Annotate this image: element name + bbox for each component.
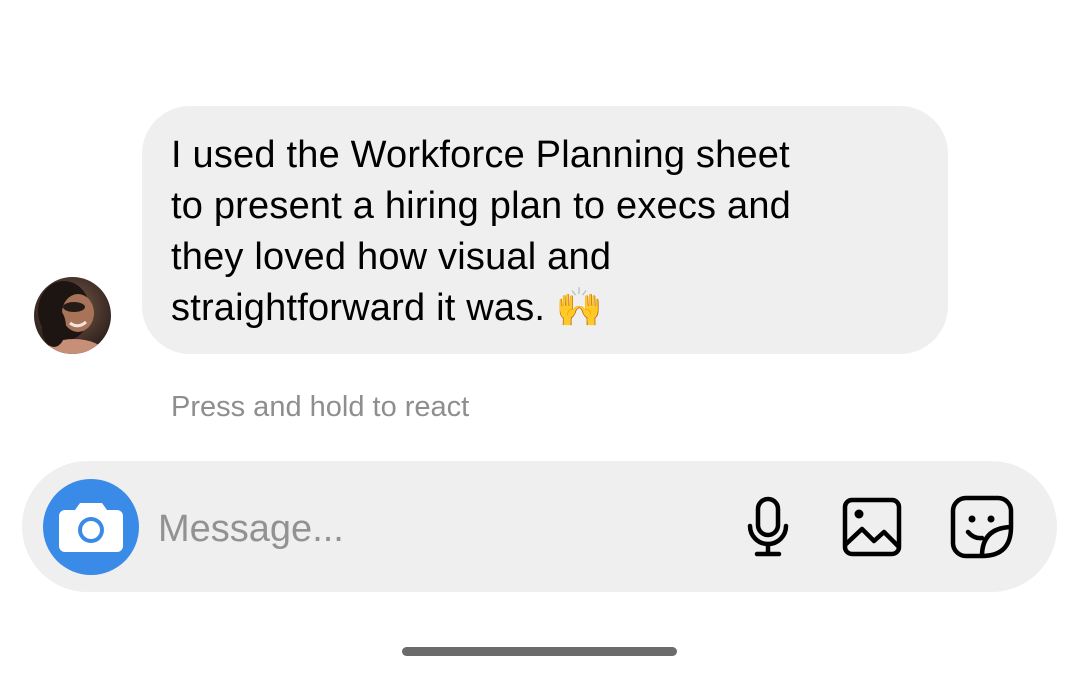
reaction-hint: Press and hold to react <box>171 391 470 423</box>
message-bubble[interactable]: I used the Workforce Planning sheet to p… <box>142 106 948 354</box>
sticker-icon <box>950 495 1014 559</box>
sender-avatar[interactable] <box>34 277 111 354</box>
microphone-button[interactable] <box>740 495 796 559</box>
camera-icon <box>59 503 123 552</box>
message-line: they loved how visual and <box>171 236 612 278</box>
microphone-icon <box>747 496 789 557</box>
home-indicator[interactable] <box>402 647 677 656</box>
message-input[interactable] <box>158 501 698 557</box>
image-gallery-icon <box>842 497 902 557</box>
message-line: I used the Workforce Planning sheet <box>171 134 790 176</box>
message-line: straightforward it was. 🙌 <box>171 287 604 329</box>
avatar-photo <box>34 277 111 354</box>
message-line: to present a hiring plan to execs and <box>171 185 792 227</box>
camera-button[interactable] <box>43 479 139 575</box>
sticker-button[interactable] <box>948 493 1016 561</box>
chat-screen: I used the Workforce Planning sheet to p… <box>0 0 1080 686</box>
message-composer <box>22 461 1057 592</box>
gallery-button[interactable] <box>840 495 904 559</box>
